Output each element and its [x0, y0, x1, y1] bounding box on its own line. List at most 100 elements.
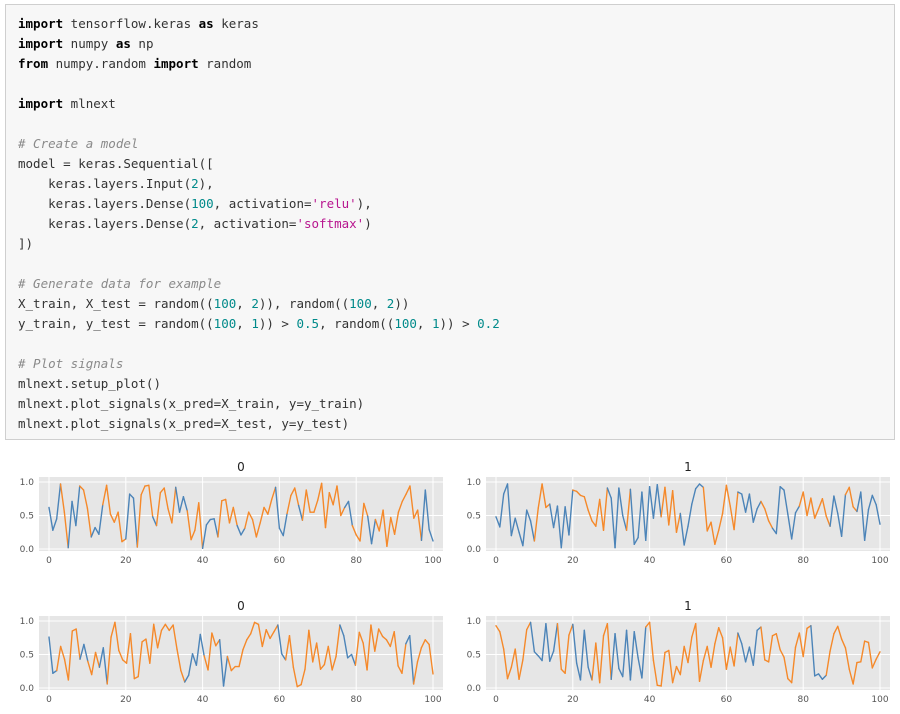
x-tick-label: 60: [274, 695, 286, 705]
code-token: mlnext.plot_signals(x_pred=X_test, y=y_t…: [18, 416, 350, 431]
code-line: X_train, X_test = random((100, 2)), rand…: [18, 294, 500, 314]
output-area: 0 0 20 40 60 80 100 0.0 0.5 1.0 1 0 20 40 60 80 100 0.0 0.…: [0, 448, 900, 714]
code-line: y_train, y_test = random((100, 1)) > 0.5…: [18, 314, 500, 334]
code-token: mlnext: [63, 96, 116, 111]
code-token: 100: [349, 296, 372, 311]
x-tick-label: 20: [120, 695, 132, 705]
y-tick-label: 0.0: [467, 545, 482, 555]
code-token: )) >: [258, 316, 297, 331]
code-line: from numpy.random import random: [18, 54, 500, 74]
y-tick-label: 0.5: [20, 512, 34, 522]
plot-title: 1: [684, 599, 692, 613]
plot-title: 0: [237, 460, 245, 474]
code-token: )) >: [439, 316, 478, 331]
code-token: 2: [191, 216, 199, 231]
x-tick-label: 40: [644, 556, 656, 566]
y-tick-label: 1.0: [467, 478, 482, 488]
code-token: y_train, y_test = random((: [18, 316, 214, 331]
subplot-0: 0 0 20 40 60 80 100 0.0 0.5 1.0: [20, 460, 443, 566]
code-token: ]): [18, 236, 34, 251]
code-cell[interactable]: import tensorflow.keras as keras import n…: [5, 4, 895, 440]
code-token: , activation=: [198, 216, 297, 231]
code-line: # Generate data for example: [18, 274, 500, 294]
code-line: mlnext.setup_plot(): [18, 374, 500, 394]
code-token: 'softmax': [296, 216, 365, 231]
code-token: keras.layers.Input(: [18, 176, 192, 191]
x-tick-label: 80: [797, 556, 809, 566]
code-line: # Plot signals: [18, 354, 500, 374]
code-token: keras: [213, 16, 259, 31]
code-token: ,: [371, 296, 387, 311]
x-tick-label: 40: [197, 556, 209, 566]
code-token: 100: [191, 196, 214, 211]
code-token: 1: [251, 316, 259, 331]
code-token: 100: [394, 316, 417, 331]
code-token: ,: [416, 316, 432, 331]
code-token: )), random((: [258, 296, 350, 311]
code-token: as: [115, 36, 131, 51]
code-token: ,: [236, 296, 252, 311]
code-token: random: [198, 56, 252, 71]
x-tick-label: 0: [46, 556, 52, 566]
code-line: mlnext.plot_signals(x_pred=X_train, y=y_…: [18, 394, 500, 414]
code-line: import mlnext: [18, 94, 500, 114]
code-token: 0.5: [296, 316, 320, 331]
code-token: ): [364, 216, 372, 231]
code-token: keras.layers.Dense(: [18, 196, 192, 211]
y-tick-label: 0.0: [20, 545, 35, 555]
y-tick-label: 1.0: [20, 617, 35, 627]
code-token: mlnext.setup_plot(): [18, 376, 161, 391]
x-tick-label: 100: [871, 556, 888, 566]
x-tick-label: 0: [46, 695, 52, 705]
x-tick-label: 100: [424, 695, 441, 705]
code-token: )): [394, 296, 410, 311]
code-line: keras.layers.Dense(100, activation='relu…: [18, 194, 500, 214]
code-token: , random((: [319, 316, 395, 331]
y-tick-label: 0.0: [467, 684, 482, 694]
y-tick-label: 1.0: [467, 617, 482, 627]
subplot-2: 0 0 20 40 60 80 100 0.0 0.5 1.0: [20, 599, 443, 705]
x-tick-label: 20: [567, 695, 579, 705]
code-token: mlnext.plot_signals(x_pred=X_train, y=y_…: [18, 396, 365, 411]
code-line: import numpy as np: [18, 34, 500, 54]
x-tick-label: 80: [350, 556, 362, 566]
code-token: 1: [431, 316, 440, 331]
code-token: # Generate data for example: [18, 276, 222, 291]
code-token: ),: [198, 176, 214, 191]
code-line: keras.layers.Input(2),: [18, 174, 500, 194]
code-line: # Create a model: [18, 134, 500, 154]
code-token: 2: [191, 176, 199, 191]
code-token: import: [18, 16, 64, 31]
x-tick-label: 0: [493, 556, 499, 566]
code-editor[interactable]: import tensorflow.keras as keras import n…: [18, 14, 500, 434]
code-token: import: [18, 96, 64, 111]
code-token: import: [18, 36, 64, 51]
x-tick-label: 100: [424, 556, 441, 566]
code-line: mlnext.plot_signals(x_pred=X_test, y=y_t…: [18, 414, 500, 434]
code-line: ]): [18, 234, 500, 254]
x-tick-label: 20: [120, 556, 132, 566]
y-tick-label: 0.5: [20, 651, 34, 661]
code-token: , activation=: [213, 196, 312, 211]
x-tick-label: 40: [197, 695, 209, 705]
code-token: 100: [213, 296, 237, 311]
code-token: np: [130, 36, 154, 51]
code-token: 100: [213, 316, 237, 331]
x-tick-label: 60: [721, 695, 733, 705]
y-tick-label: 0.5: [467, 512, 481, 522]
x-tick-label: 80: [350, 695, 362, 705]
code-token: ,: [236, 316, 252, 331]
y-tick-label: 1.0: [20, 478, 35, 488]
code-token: 2: [251, 296, 259, 311]
code-token: keras.layers.Dense(: [18, 216, 192, 231]
plot-background: [39, 616, 443, 690]
code-line: import tensorflow.keras as keras: [18, 14, 500, 34]
code-token: # Create a model: [18, 136, 139, 151]
plot-background: [486, 477, 890, 551]
code-token: # Plot signals: [18, 356, 124, 371]
plot-title: 0: [237, 599, 245, 613]
x-tick-label: 60: [274, 556, 286, 566]
